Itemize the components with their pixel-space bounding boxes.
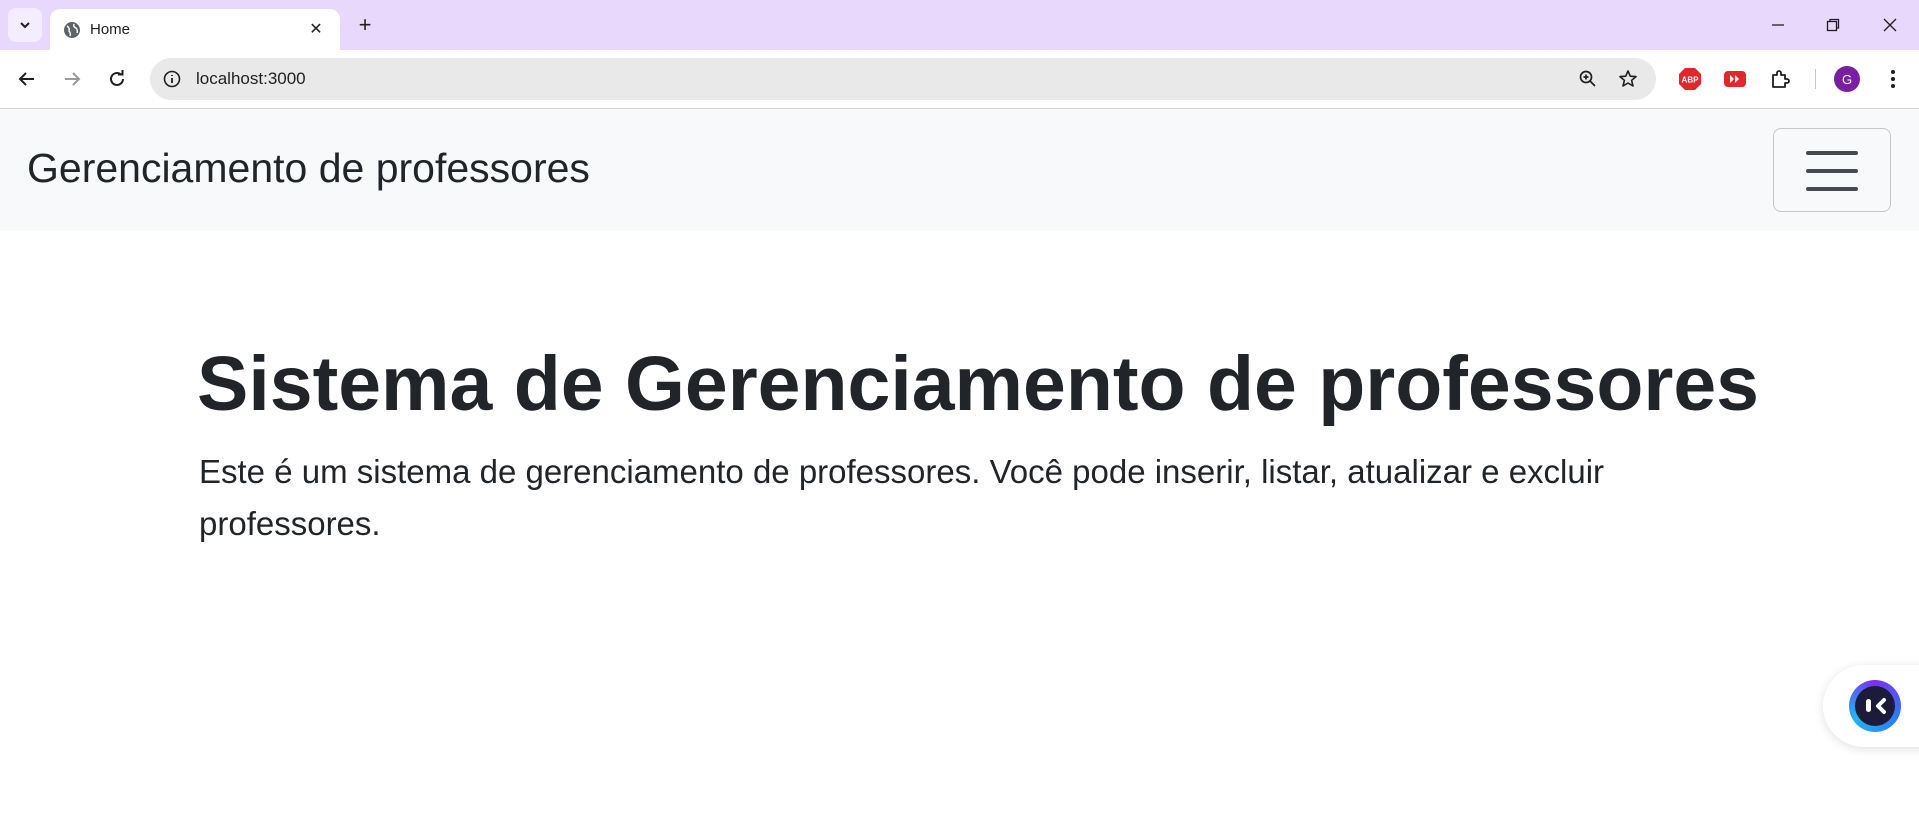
youtube-icon[interactable] — [1722, 66, 1748, 92]
assistant-bot-icon — [1849, 680, 1901, 732]
url-text[interactable]: localhost:3000 — [196, 69, 306, 89]
close-window-button[interactable] — [1870, 8, 1910, 42]
address-bar[interactable]: localhost:3000 — [150, 58, 1656, 100]
info-icon[interactable] — [162, 69, 182, 89]
browser-toolbar: localhost:3000 ABP G — [0, 50, 1919, 109]
chevron-down-icon — [20, 22, 30, 29]
page-navbar: Gerenciamento de professores — [0, 109, 1919, 231]
profile-initial: G — [1841, 71, 1853, 87]
reload-icon — [110, 70, 124, 86]
forward-button[interactable] — [56, 63, 88, 95]
arrow-left-icon — [18, 72, 34, 86]
minimize-button[interactable] — [1758, 8, 1798, 42]
puzzle-icon[interactable] — [1768, 66, 1794, 92]
new-tab-button[interactable]: + — [352, 12, 378, 38]
back-button[interactable] — [11, 63, 43, 95]
close-icon — [1883, 18, 1897, 32]
plus-icon: + — [358, 12, 372, 37]
profile-avatar[interactable]: G — [1834, 66, 1860, 92]
star-icon[interactable] — [1617, 68, 1639, 90]
tab-home[interactable]: Home ✕ — [50, 9, 340, 50]
arrow-right-icon — [65, 72, 81, 86]
page-title: Sistema de Gerenciamento de professores — [197, 341, 1759, 427]
svg-text:ABP: ABP — [1682, 76, 1700, 85]
assistant-widget[interactable] — [1823, 665, 1919, 747]
navbar-brand[interactable]: Gerenciamento de professores — [27, 145, 590, 192]
toolbar-divider — [1815, 69, 1816, 89]
zoom-icon[interactable] — [1577, 68, 1599, 90]
tab-strip: Home ✕ + — [0, 0, 1919, 50]
close-icon[interactable]: ✕ — [304, 17, 328, 41]
restore-icon — [1826, 18, 1840, 32]
minimize-icon — [1772, 24, 1784, 26]
kebab-menu-icon[interactable] — [1880, 66, 1906, 92]
navbar-toggler-button[interactable] — [1773, 128, 1891, 212]
page-description: Este é um sistema de gerenciamento de pr… — [199, 453, 1605, 542]
globe-icon — [64, 22, 80, 38]
adblock-icon[interactable]: ABP — [1677, 66, 1703, 92]
reload-button[interactable] — [101, 63, 133, 95]
tab-title: Home — [90, 21, 131, 38]
tab-search-button[interactable] — [8, 8, 42, 42]
restore-button[interactable] — [1813, 8, 1853, 42]
